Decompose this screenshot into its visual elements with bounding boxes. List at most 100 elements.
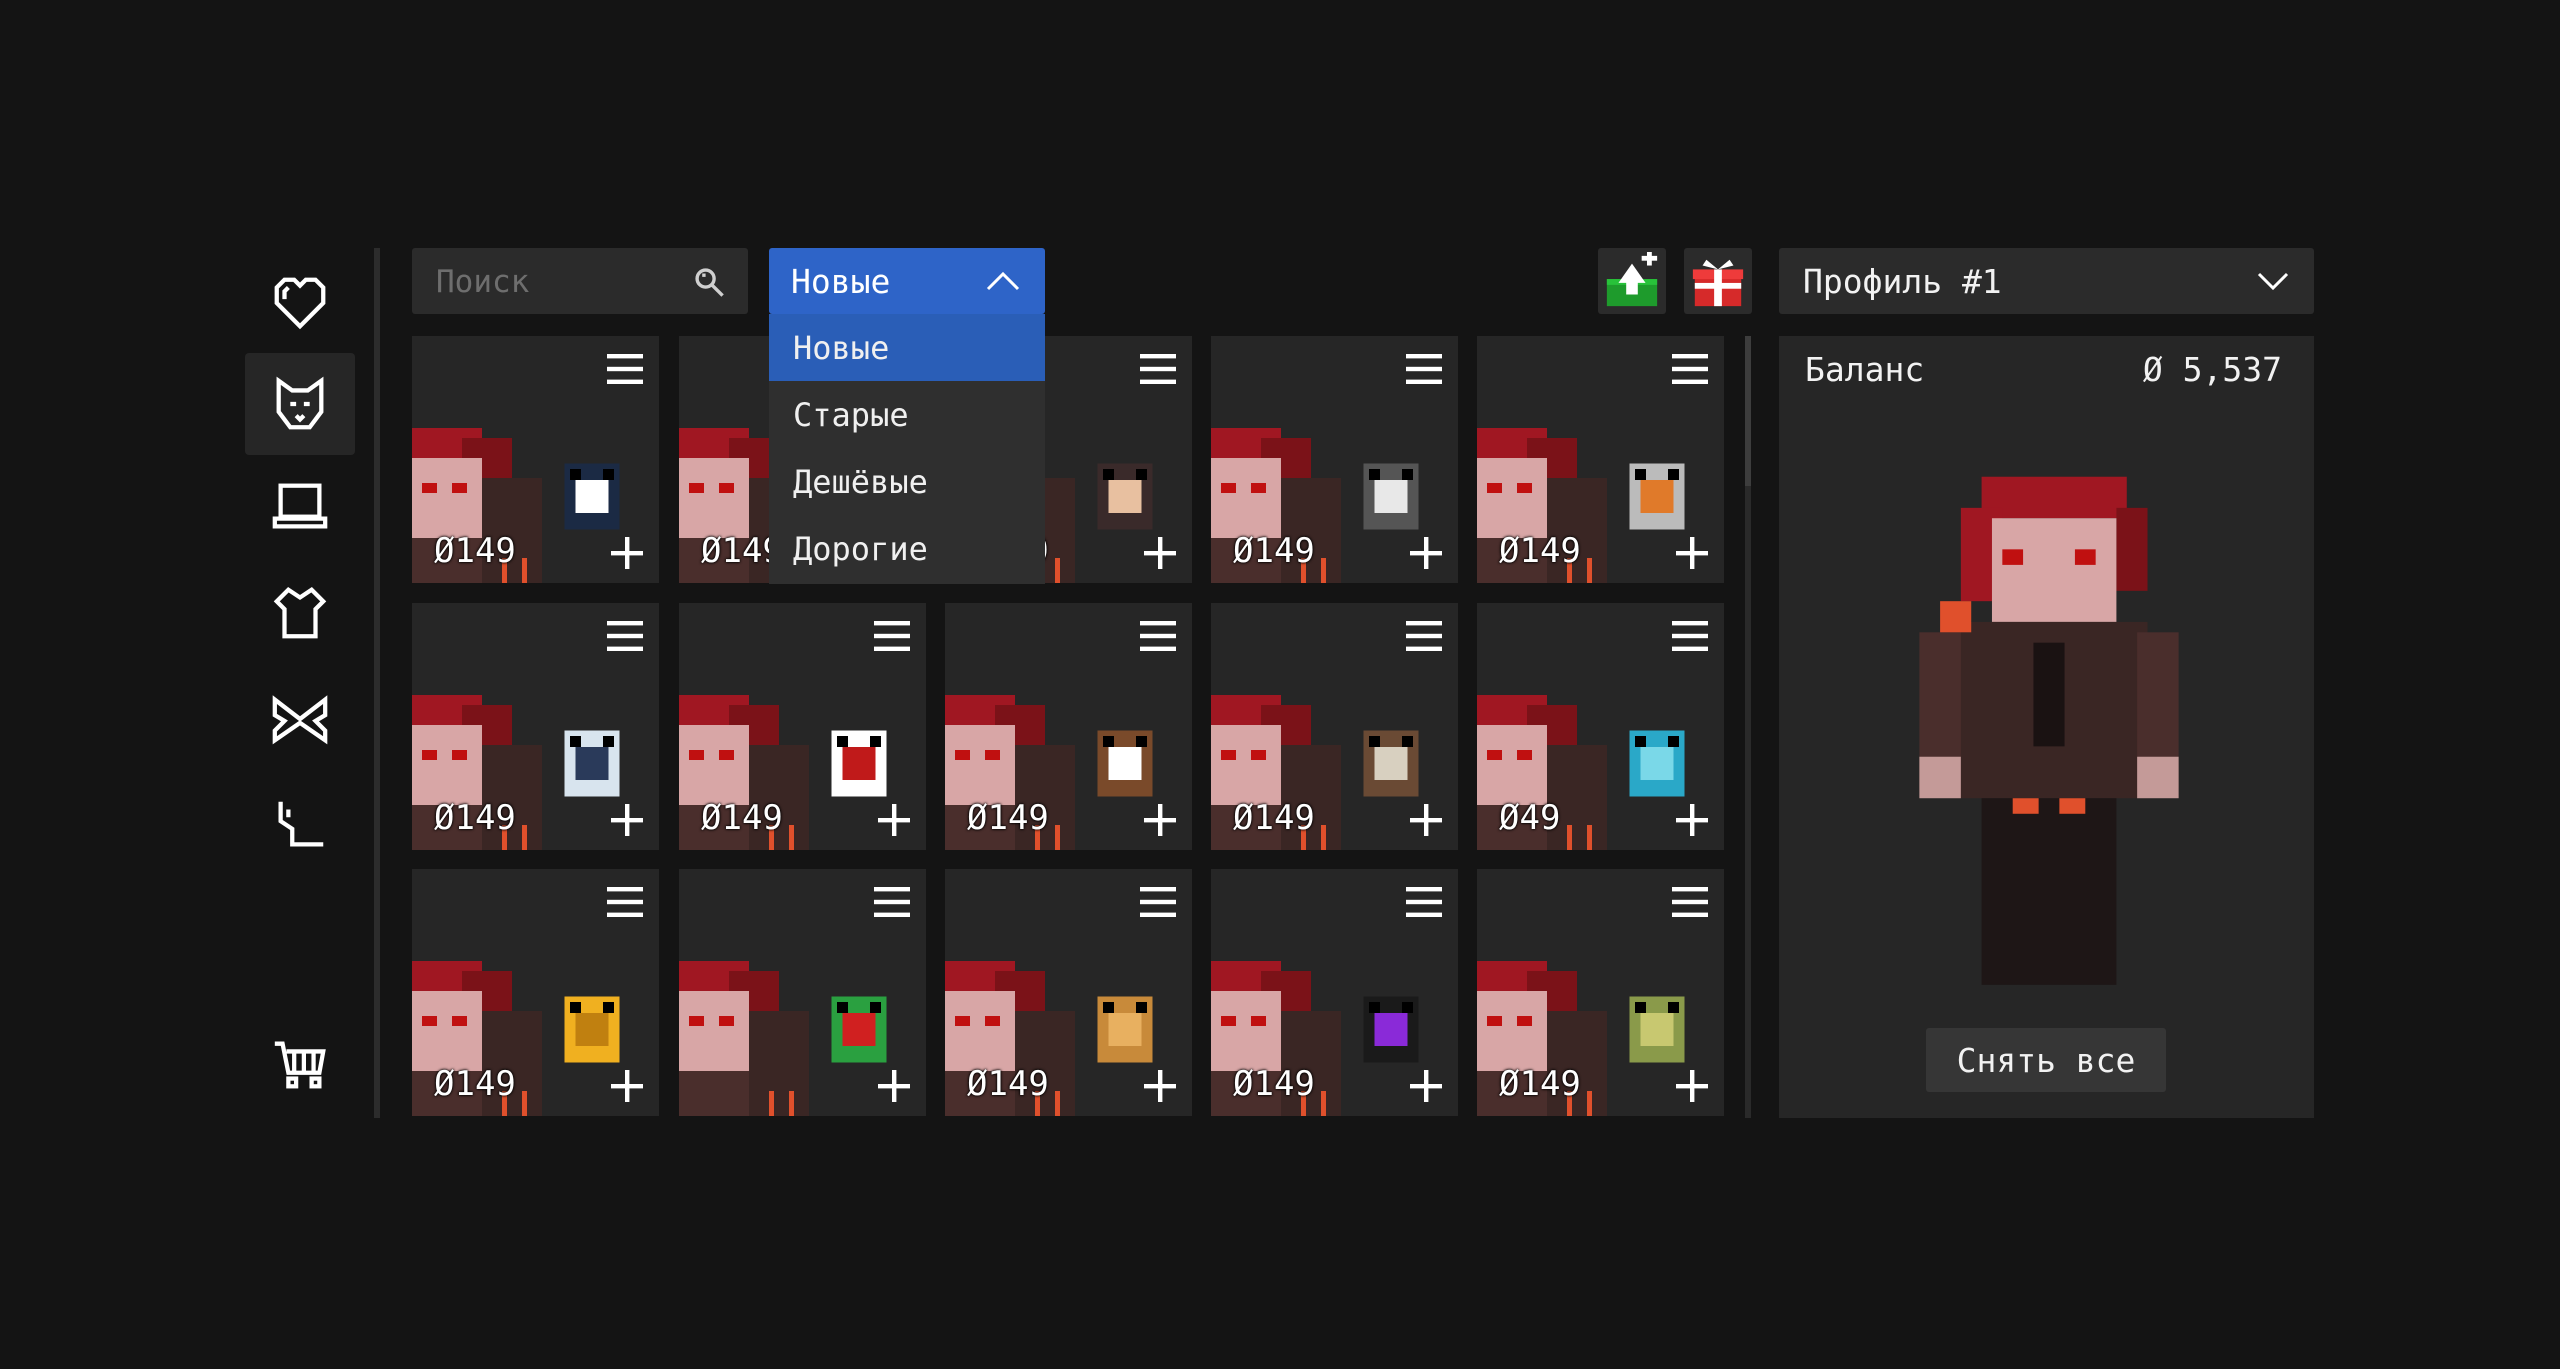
cart-icon [274,1041,326,1089]
item-price: Ø149 [434,531,516,571]
pet-penguin-icon [564,730,620,797]
nav-tails[interactable] [245,774,355,876]
item-menu-icon[interactable] [1140,887,1176,917]
nav-devices[interactable] [245,456,355,558]
item-menu-icon[interactable] [1672,621,1708,651]
item-card[interactable]: Ø49 [1477,603,1724,850]
item-price: Ø149 [1499,531,1581,571]
chevron-up-icon [986,271,1020,291]
item-card[interactable]: Ø149 [1477,336,1724,583]
grid-scrollbar[interactable] [1745,336,1751,1118]
nav-cart[interactable] [245,1014,355,1116]
nav-pets[interactable] [245,353,355,455]
item-menu-icon[interactable] [1140,621,1176,651]
sort-option-expensive[interactable]: Дорогие [769,515,1045,582]
butterfly-icon [272,695,328,745]
item-card[interactable]: Ø149 [412,603,659,850]
nav-separator [374,248,380,1118]
item-menu-icon[interactable] [607,354,643,384]
profile-selected-label: Профиль #1 [1803,262,2002,301]
search-icon[interactable] [692,265,726,299]
chevron-down-icon [2257,272,2289,291]
laptop-icon [272,483,328,529]
item-card[interactable]: Ø149 [1211,869,1458,1116]
item-menu-icon[interactable] [1140,354,1176,384]
add-item-icon[interactable] [1408,535,1444,571]
item-price: Ø149 [434,798,516,838]
item-menu-icon[interactable] [1672,354,1708,384]
item-price: Ø149 [967,798,1049,838]
add-item-icon[interactable] [609,1068,645,1104]
search-input[interactable] [434,258,688,306]
balance-amount: 5,537 [2182,350,2282,389]
item-card[interactable]: Ø149 [945,603,1192,850]
search-box[interactable] [412,248,748,314]
sort-select[interactable]: Новые [769,248,1045,314]
add-item-icon[interactable] [1408,1068,1444,1104]
pet-raccoon-icon [1363,463,1419,530]
character-preview[interactable] [1909,476,2189,996]
pet-candy-cane-icon [831,730,887,797]
pet-turtle-icon [1629,996,1685,1063]
nav-wings[interactable] [245,668,355,770]
item-card[interactable]: Ø149 [1211,336,1458,583]
item-card[interactable]: Ø149 [1477,869,1724,1116]
item-price: Ø149 [1233,1064,1315,1104]
item-menu-icon[interactable] [1672,887,1708,917]
add-item-icon[interactable] [609,802,645,838]
pet-girl-icon [1097,463,1153,530]
nav-favorites[interactable] [245,252,355,354]
item-menu-icon[interactable] [607,621,643,651]
add-item-icon[interactable] [1674,802,1710,838]
item-price: Ø149 [1233,531,1315,571]
add-item-icon[interactable] [1674,535,1710,571]
item-card[interactable]: Ø149 [945,869,1192,1116]
nav-clothes[interactable] [245,562,355,664]
sort-option-cheap[interactable]: Дешёвые [769,448,1045,515]
coin-icon: Ø [2142,350,2183,389]
item-card[interactable]: Ø149 [412,869,659,1116]
sort-option-old[interactable]: Старые [769,381,1045,448]
gift-icon [1692,259,1744,307]
profile-select[interactable]: Профиль #1 [1779,248,2314,314]
sort-menu: Новые Старые Дешёвые Дорогие [769,314,1045,584]
item-card[interactable]: Ø149 [679,603,926,850]
item-card[interactable]: Ø149 [412,336,659,583]
cat-icon [276,376,324,430]
add-item-icon[interactable] [1142,1068,1178,1104]
upload-icon [1606,252,1658,307]
tail-icon [278,801,324,847]
balance-label: Баланс [1805,350,1925,389]
item-menu-icon[interactable] [874,621,910,651]
item-price: Ø49 [1499,798,1561,838]
pet-enderman-icon [1363,996,1419,1063]
item-card[interactable]: Ø149 [1211,603,1458,850]
add-item-icon[interactable] [876,1068,912,1104]
balance-value: Ø 5,537 [2143,350,2282,389]
item-card[interactable] [679,869,926,1116]
upload-button[interactable] [1598,248,1666,314]
item-menu-icon[interactable] [1406,354,1442,384]
item-menu-icon[interactable] [607,887,643,917]
shirt-icon [273,587,327,639]
add-item-icon[interactable] [1674,1068,1710,1104]
pet-elf-icon [831,996,887,1063]
pet-orca-icon [564,463,620,530]
sort-option-new[interactable]: Новые [769,314,1045,381]
pet-sock-icon [1629,730,1685,797]
add-item-icon[interactable] [609,535,645,571]
item-menu-icon[interactable] [1406,887,1442,917]
gift-button[interactable] [1684,248,1752,314]
item-price: Ø149 [701,798,783,838]
pet-squirrel-icon [1097,996,1153,1063]
add-item-icon[interactable] [1142,802,1178,838]
add-item-icon[interactable] [876,802,912,838]
scrollbar-thumb[interactable] [1745,336,1751,486]
item-menu-icon[interactable] [1406,621,1442,651]
add-item-icon[interactable] [1142,535,1178,571]
remove-all-button[interactable]: Снять все [1926,1028,2166,1092]
item-menu-icon[interactable] [874,887,910,917]
pet-gamepad-icon [564,996,620,1063]
item-price: Ø149 [434,1064,516,1104]
add-item-icon[interactable] [1408,802,1444,838]
